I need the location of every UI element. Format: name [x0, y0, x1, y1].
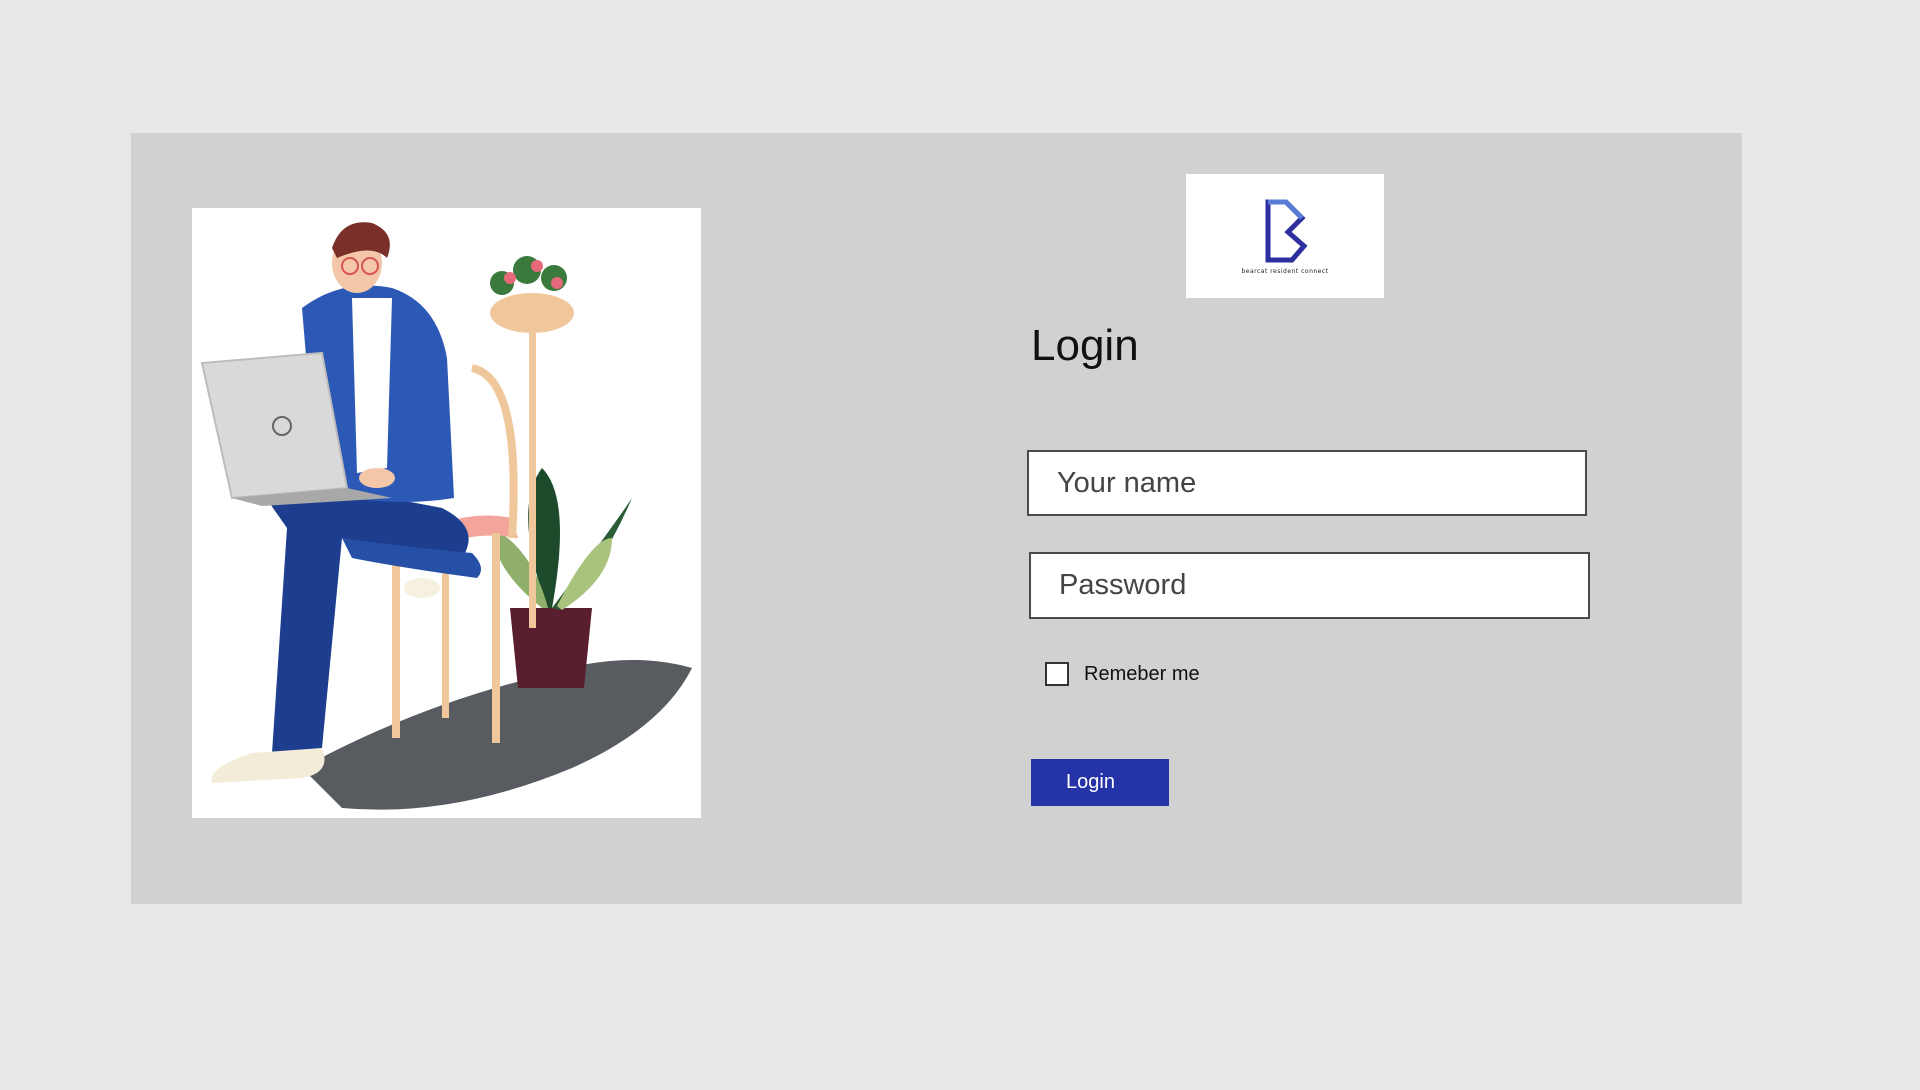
remember-me-checkbox[interactable]	[1045, 662, 1069, 686]
name-input[interactable]	[1027, 450, 1587, 516]
logo-wordmark: bearcat resident connect	[1241, 268, 1329, 275]
remember-me-label: Remeber me	[1084, 662, 1200, 685]
hero-illustration	[192, 208, 701, 818]
brand-logo: bearcat resident connect	[1186, 174, 1384, 298]
login-button[interactable]: Login	[1031, 759, 1169, 806]
login-title: Login	[1031, 321, 1139, 370]
password-input[interactable]	[1029, 552, 1590, 619]
person-with-laptop-illustration	[200, 222, 692, 810]
login-panel: bearcat resident connect Login Remeber m…	[131, 133, 1742, 904]
remember-me-row[interactable]: Remeber me	[1045, 662, 1200, 686]
logo-b-icon	[1265, 199, 1308, 263]
